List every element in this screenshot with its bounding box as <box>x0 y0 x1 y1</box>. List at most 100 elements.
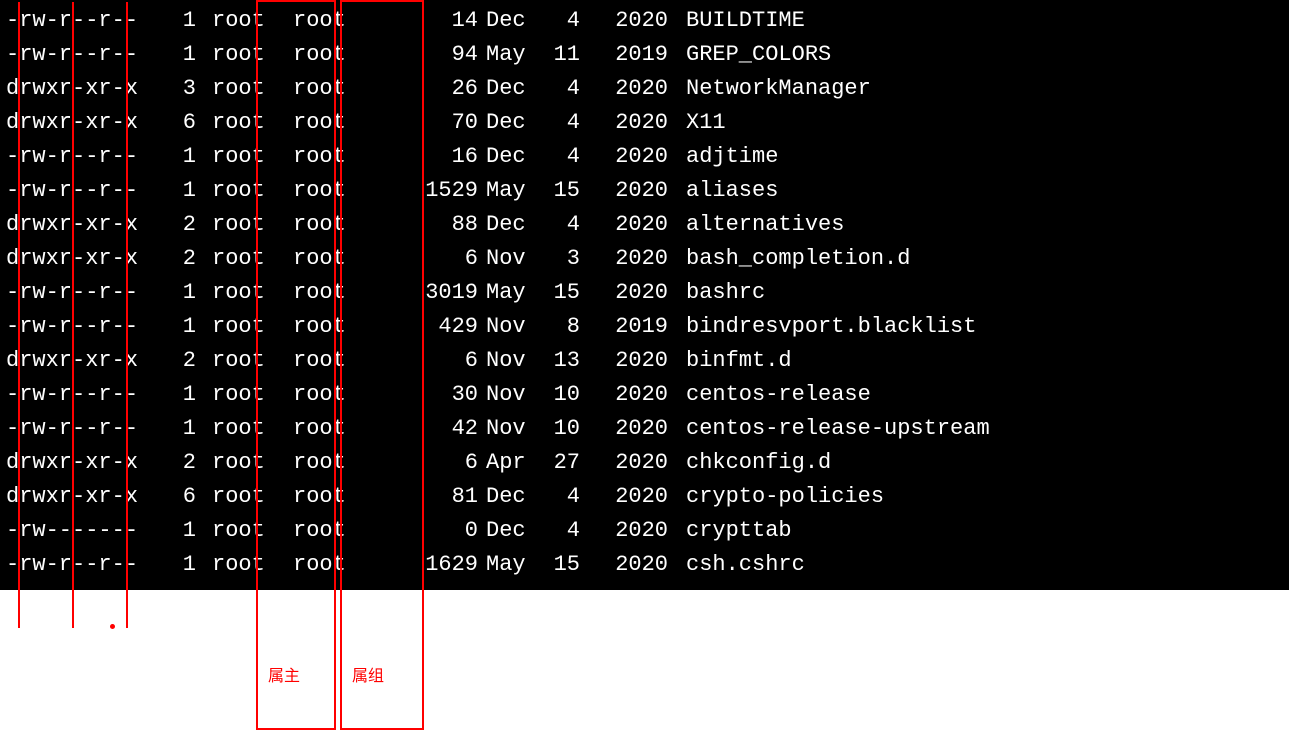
file-row: -rw-r--r--1rootroot14Dec42020BUILDTIME <box>6 4 1283 38</box>
file-day: 4 <box>536 72 588 106</box>
file-owner: root <box>206 174 287 208</box>
file-link-count: 1 <box>156 140 206 174</box>
file-link-count: 2 <box>156 446 206 480</box>
file-link-count: 1 <box>156 310 206 344</box>
file-owner: root <box>206 344 287 378</box>
file-row: -rw-r--r--1rootroot30Nov102020centos-rel… <box>6 378 1283 412</box>
file-link-count: 1 <box>156 548 206 582</box>
file-link-count: 6 <box>156 106 206 140</box>
file-year: 2019 <box>588 310 678 344</box>
file-month: May <box>486 38 536 72</box>
file-name: centos-release-upstream <box>678 412 990 446</box>
file-day: 8 <box>536 310 588 344</box>
file-link-count: 6 <box>156 480 206 514</box>
file-size: 42 <box>368 412 486 446</box>
file-row: -rw-r--r--1rootroot94May112019GREP_COLOR… <box>6 38 1283 72</box>
file-owner: root <box>206 548 287 582</box>
file-size: 6 <box>368 446 486 480</box>
file-link-count: 1 <box>156 412 206 446</box>
file-name: X11 <box>678 106 726 140</box>
file-group: root <box>287 378 368 412</box>
file-link-count: 2 <box>156 208 206 242</box>
file-permissions: -rw-r--r-- <box>6 140 156 174</box>
file-year: 2020 <box>588 242 678 276</box>
file-name: crypttab <box>678 514 792 548</box>
file-name: csh.cshrc <box>678 548 805 582</box>
file-permissions: -rw-r--r-- <box>6 4 156 38</box>
file-year: 2020 <box>588 140 678 174</box>
file-name: bash_completion.d <box>678 242 910 276</box>
file-year: 2020 <box>588 548 678 582</box>
file-row: -rw-r--r--1rootroot16Dec42020adjtime <box>6 140 1283 174</box>
file-year: 2020 <box>588 378 678 412</box>
file-day: 11 <box>536 38 588 72</box>
file-row: drwxr-xr-x2rootroot88Dec42020alternative… <box>6 208 1283 242</box>
file-month: Dec <box>486 4 536 38</box>
file-link-count: 2 <box>156 242 206 276</box>
file-row: drwxr-xr-x6rootroot70Dec42020X11 <box>6 106 1283 140</box>
file-size: 14 <box>368 4 486 38</box>
file-name: bindresvport.blacklist <box>678 310 976 344</box>
file-link-count: 1 <box>156 276 206 310</box>
file-row: -rw-------1rootroot0Dec42020crypttab <box>6 514 1283 548</box>
file-owner: root <box>206 276 287 310</box>
file-day: 15 <box>536 276 588 310</box>
file-group: root <box>287 310 368 344</box>
file-group: root <box>287 72 368 106</box>
file-row: drwxr-xr-x2rootroot6Apr272020chkconfig.d <box>6 446 1283 480</box>
file-owner: root <box>206 38 287 72</box>
file-month: Nov <box>486 378 536 412</box>
file-size: 88 <box>368 208 486 242</box>
file-name: aliases <box>678 174 778 208</box>
file-owner: root <box>206 310 287 344</box>
terminal-output[interactable]: -rw-r--r--1rootroot14Dec42020BUILDTIME-r… <box>0 0 1289 590</box>
file-month: Dec <box>486 480 536 514</box>
file-day: 3 <box>536 242 588 276</box>
file-day: 10 <box>536 378 588 412</box>
file-permissions: drwxr-xr-x <box>6 72 156 106</box>
file-owner: root <box>206 446 287 480</box>
file-month: Dec <box>486 514 536 548</box>
file-size: 1529 <box>368 174 486 208</box>
file-owner: root <box>206 480 287 514</box>
file-permissions: -rw-r--r-- <box>6 548 156 582</box>
file-group: root <box>287 4 368 38</box>
file-row: drwxr-xr-x3rootroot26Dec42020NetworkMana… <box>6 72 1283 106</box>
file-name: centos-release <box>678 378 871 412</box>
file-day: 4 <box>536 140 588 174</box>
file-owner: root <box>206 378 287 412</box>
file-name: BUILDTIME <box>678 4 805 38</box>
file-day: 27 <box>536 446 588 480</box>
file-year: 2019 <box>588 38 678 72</box>
file-day: 15 <box>536 174 588 208</box>
file-month: May <box>486 548 536 582</box>
file-size: 16 <box>368 140 486 174</box>
file-owner: root <box>206 72 287 106</box>
file-row: -rw-r--r--1rootroot1629May152020csh.cshr… <box>6 548 1283 582</box>
file-size: 1629 <box>368 548 486 582</box>
file-year: 2020 <box>588 344 678 378</box>
file-group: root <box>287 344 368 378</box>
file-owner: root <box>206 242 287 276</box>
file-group: root <box>287 412 368 446</box>
file-row: drwxr-xr-x6rootroot81Dec42020crypto-poli… <box>6 480 1283 514</box>
file-permissions: -rw-r--r-- <box>6 310 156 344</box>
file-group: root <box>287 106 368 140</box>
file-year: 2020 <box>588 446 678 480</box>
file-group: root <box>287 38 368 72</box>
file-group: root <box>287 480 368 514</box>
file-row: drwxr-xr-x2rootroot6Nov132020binfmt.d <box>6 344 1283 378</box>
file-year: 2020 <box>588 106 678 140</box>
file-group: root <box>287 548 368 582</box>
file-day: 4 <box>536 106 588 140</box>
file-group: root <box>287 174 368 208</box>
file-permissions: drwxr-xr-x <box>6 208 156 242</box>
file-year: 2020 <box>588 4 678 38</box>
file-group: root <box>287 242 368 276</box>
file-year: 2020 <box>588 412 678 446</box>
file-group: root <box>287 276 368 310</box>
file-size: 30 <box>368 378 486 412</box>
file-size: 0 <box>368 514 486 548</box>
file-day: 10 <box>536 412 588 446</box>
file-permissions: -rw-r--r-- <box>6 38 156 72</box>
